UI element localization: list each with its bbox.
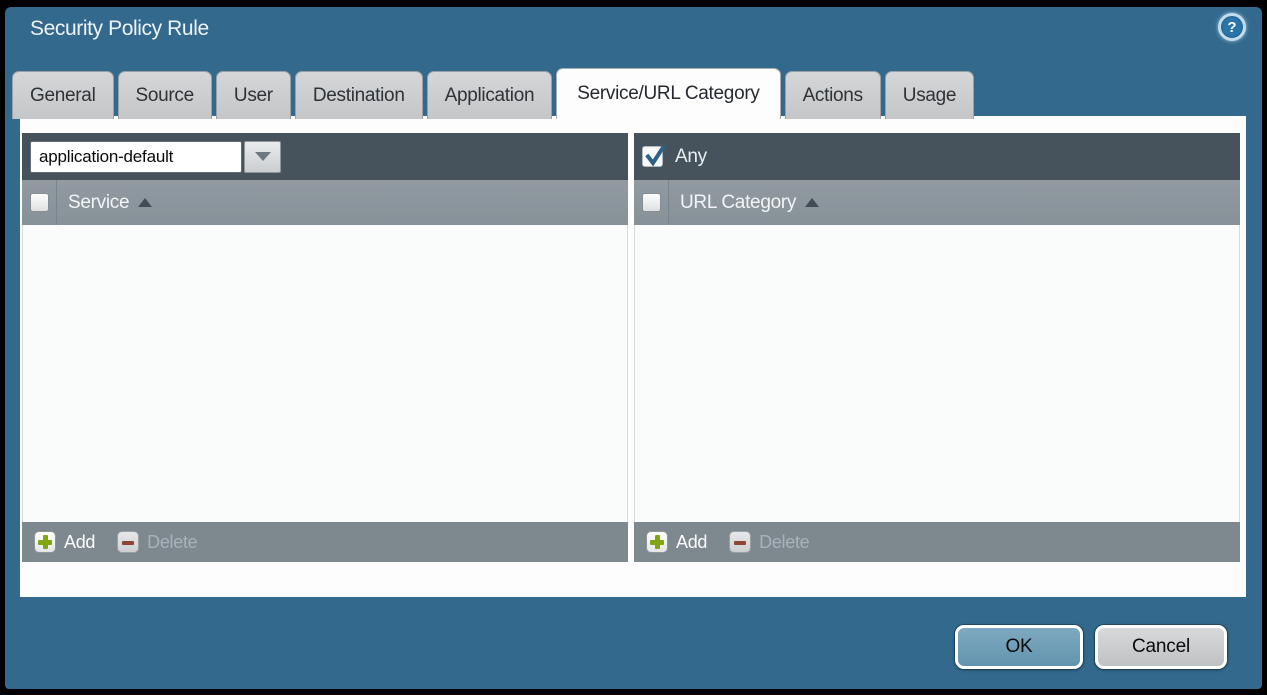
tab-destination[interactable]: Destination <box>295 71 423 119</box>
ok-button[interactable]: OK <box>955 625 1083 669</box>
service-type-dropdown-button[interactable] <box>244 141 281 173</box>
service-type-input[interactable] <box>30 141 242 173</box>
chevron-down-icon <box>255 152 271 161</box>
tab-application[interactable]: Application <box>427 71 553 119</box>
service-column-header[interactable]: Service <box>68 192 129 214</box>
url-category-header-checkbox-cell <box>634 180 669 225</box>
delete-button-label: Delete <box>759 532 809 553</box>
service-header-checkbox-cell <box>22 180 57 225</box>
plus-icon <box>646 531 668 553</box>
url-category-list <box>634 225 1240 522</box>
dialog-title: Security Policy Rule <box>30 17 209 41</box>
add-button-label: Add <box>676 532 707 553</box>
url-category-toolbar: Any <box>634 133 1240 180</box>
url-category-panel: Any URL Category Add <box>634 133 1240 562</box>
dialog-surface: Security Policy Rule ? General Source Us… <box>5 7 1262 689</box>
tab-actions[interactable]: Actions <box>785 71 881 119</box>
any-checkbox-label: Any <box>675 146 707 168</box>
url-category-footer: Add Delete <box>634 522 1240 562</box>
any-checkbox[interactable] <box>642 146 663 167</box>
minus-icon <box>729 531 751 553</box>
service-table-header: Service <box>22 180 628 225</box>
sort-ascending-icon <box>805 198 819 207</box>
tab-bar: General Source User Destination Applicat… <box>12 68 974 119</box>
tab-general[interactable]: General <box>12 71 114 119</box>
url-category-add-button[interactable]: Add <box>646 531 707 553</box>
service-type-combo <box>30 141 281 173</box>
add-button-label: Add <box>64 532 95 553</box>
url-category-select-all-checkbox[interactable] <box>642 193 661 212</box>
plus-icon <box>34 531 56 553</box>
service-delete-button[interactable]: Delete <box>117 531 197 553</box>
service-add-button[interactable]: Add <box>34 531 95 553</box>
delete-button-label: Delete <box>147 532 197 553</box>
sort-ascending-icon <box>138 198 152 207</box>
tab-usage[interactable]: Usage <box>885 71 974 119</box>
service-panel: Service Add Delete <box>22 133 628 562</box>
tab-user[interactable]: User <box>216 71 291 119</box>
service-select-all-checkbox[interactable] <box>30 193 49 212</box>
tab-content: Service Add Delete <box>20 116 1246 597</box>
service-footer: Add Delete <box>22 522 628 562</box>
checkmark-icon <box>644 145 668 169</box>
help-icon: ? <box>1227 19 1236 36</box>
minus-icon <box>117 531 139 553</box>
help-button[interactable]: ? <box>1218 13 1246 41</box>
service-toolbar <box>22 133 628 180</box>
url-category-table-header: URL Category <box>634 180 1240 225</box>
tab-service-url-category[interactable]: Service/URL Category <box>556 68 780 119</box>
url-category-column-header[interactable]: URL Category <box>680 192 796 214</box>
security-policy-rule-dialog: Security Policy Rule ? General Source Us… <box>0 0 1267 695</box>
service-list <box>22 225 628 522</box>
tab-source[interactable]: Source <box>118 71 212 119</box>
url-category-delete-button[interactable]: Delete <box>729 531 809 553</box>
cancel-button[interactable]: Cancel <box>1095 625 1227 669</box>
